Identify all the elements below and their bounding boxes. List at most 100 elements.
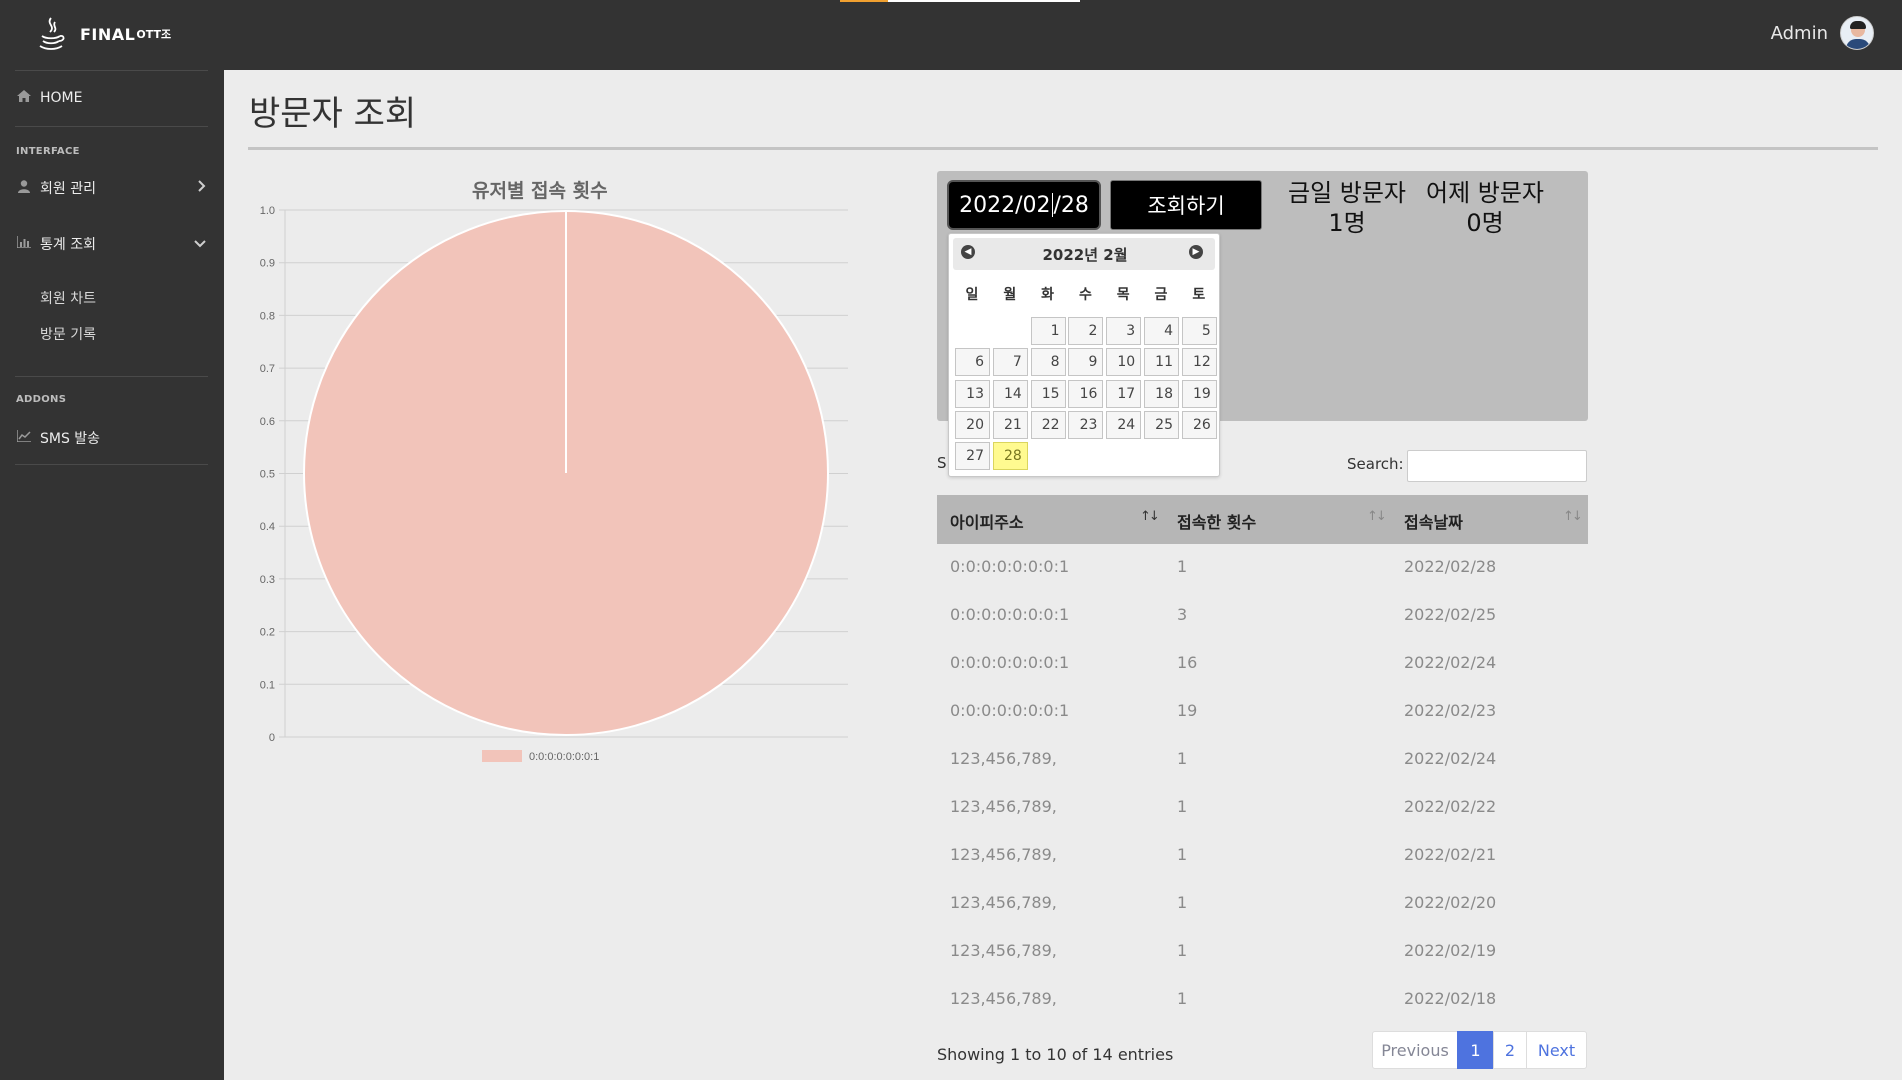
legend-label: 0:0:0:0:0:0:0:1 <box>529 751 599 763</box>
calendar-day[interactable]: 22 <box>1030 410 1066 439</box>
calendar-day[interactable]: 21 <box>992 410 1028 439</box>
date-input-value: 2022/02 <box>959 192 1051 218</box>
count-cell: 1 <box>1177 845 1188 864</box>
calendar-day[interactable]: 11 <box>1144 348 1179 377</box>
date-cell: 2022/02/18 <box>1404 989 1497 1008</box>
calendar-day[interactable]: 16 <box>1068 379 1104 408</box>
yesterday-visitors-value: 0명 <box>1466 209 1504 237</box>
tick-label: 0.8 <box>260 310 275 322</box>
tick-label: 0.4 <box>260 521 275 533</box>
date-cell: 2022/02/23 <box>1404 701 1497 720</box>
search-label: Search: <box>1347 455 1404 473</box>
brand[interactable]: FINAL OTT조 <box>34 16 171 52</box>
yesterday-visitors-label: 어제 방문자 <box>1425 179 1545 207</box>
calendar-day[interactable]: 17 <box>1106 379 1142 408</box>
weekday-label: 금 <box>1154 287 1168 303</box>
ip-cell: 0:0:0:0:0:0:0:1 <box>950 605 1070 624</box>
tick-label: 0.1 <box>260 679 275 691</box>
column-header-date[interactable]: 접속날짜 <box>1404 509 1463 533</box>
sidebar-item-member-mgmt[interactable]: 회원 관리 <box>16 178 206 198</box>
weekday-label: 월 <box>1003 287 1017 303</box>
sidebar-subitem-visit-log[interactable]: 방문 기록 <box>40 324 96 344</box>
count-cell: 1 <box>1177 749 1188 768</box>
calendar-day[interactable]: 20 <box>955 410 990 439</box>
tick-label: 0.7 <box>260 363 275 375</box>
sidebar-subitem-member-chart[interactable]: 회원 차트 <box>40 288 96 308</box>
legend-swatch <box>482 750 522 762</box>
sidebar-divider <box>15 464 208 465</box>
calendar-day[interactable]: 7 <box>992 348 1028 377</box>
pagination-next[interactable]: Next <box>1526 1031 1587 1069</box>
table-header: 아이피주소 ↑↓ 접속한 횟수 ↑↓ 접속날짜 ↑↓ <box>937 495 1588 544</box>
calendar-day[interactable]: 1 <box>1030 317 1066 345</box>
sidebar-heading-interface: INTERFACE <box>16 146 80 157</box>
count-cell: 19 <box>1177 701 1198 720</box>
brand-name: FINAL <box>80 24 136 44</box>
pagination-page-1[interactable]: 1 <box>1457 1031 1494 1069</box>
calendar-day[interactable]: 8 <box>1030 348 1066 377</box>
calendar-day[interactable]: 15 <box>1030 379 1066 408</box>
today-visitors: 금일 방문자 1명 <box>1280 178 1414 238</box>
calendar-day[interactable]: 3 <box>1106 317 1142 345</box>
calendar-day[interactable]: 5 <box>1181 317 1217 345</box>
sort-icon[interactable]: ↑↓ <box>1563 509 1583 524</box>
date-cell: 2022/02/20 <box>1404 893 1497 912</box>
count-cell: 1 <box>1177 893 1188 912</box>
search-input[interactable] <box>1407 450 1587 482</box>
sort-asc-icon[interactable]: ↑↓ <box>1140 509 1160 524</box>
ip-cell: 0:0:0:0:0:0:0:1 <box>950 653 1070 672</box>
sidebar-item-home[interactable]: HOME <box>16 90 82 106</box>
date-cell: 2022/02/24 <box>1404 653 1497 672</box>
count-cell: 3 <box>1177 605 1188 624</box>
user-menu[interactable]: Admin <box>1771 16 1874 50</box>
next-month-icon[interactable]: ▶ <box>1189 245 1203 259</box>
calendar-day[interactable]: 6 <box>955 348 990 377</box>
calendar-day[interactable]: 12 <box>1181 348 1217 377</box>
calendar-day[interactable]: 28 <box>992 442 1028 471</box>
calendar-day[interactable]: 9 <box>1068 348 1104 377</box>
sidebar-divider <box>15 376 208 377</box>
title-divider <box>248 147 1878 150</box>
column-header-count[interactable]: 접속한 횟수 <box>1177 509 1256 533</box>
ip-cell: 123,456,789, <box>950 941 1057 960</box>
pagination-previous[interactable]: Previous <box>1372 1031 1458 1069</box>
chart-icon <box>16 236 32 252</box>
date-input[interactable]: 2022/02/28 <box>947 180 1101 230</box>
java-logo-icon <box>39 17 65 50</box>
weekday-label: 토 <box>1192 287 1206 303</box>
calendar-day[interactable]: 4 <box>1144 317 1179 345</box>
calendar-day[interactable]: 24 <box>1106 410 1142 439</box>
query-button[interactable]: 조회하기 <box>1110 180 1262 230</box>
calendar-day[interactable]: 14 <box>992 379 1028 408</box>
sidebar-item-label: SMS 발송 <box>40 431 101 447</box>
user-name: Admin <box>1770 22 1828 44</box>
chevron-down-icon <box>194 237 206 252</box>
sidebar: HOME INTERFACE 회원 관리 통계 조회 회원 차트 방문 기록 A… <box>0 70 224 1080</box>
sort-icon[interactable]: ↑↓ <box>1367 509 1387 524</box>
user-icon <box>16 179 32 197</box>
sidebar-item-stats[interactable]: 통계 조회 <box>16 234 206 254</box>
pagination-page-2[interactable]: 2 <box>1493 1031 1527 1069</box>
progress-bar-fill <box>840 0 888 2</box>
calendar-day[interactable]: 10 <box>1106 348 1142 377</box>
calendar-day[interactable]: 26 <box>1181 410 1217 439</box>
calendar-day[interactable]: 2 <box>1068 317 1104 345</box>
count-cell: 1 <box>1177 557 1188 576</box>
sidebar-divider <box>15 70 208 71</box>
datepicker: ◀ 2022년 2월 ▶ 일 월 화 수 목 금 토 1 2 3 4 5 6 7 8 9 10 11 12 13 14 1… <box>948 233 1220 477</box>
ip-cell: 123,456,789, <box>950 989 1057 1008</box>
tick-label: 0.3 <box>260 574 275 586</box>
column-header-ip[interactable]: 아이피주소 <box>950 509 1024 533</box>
calendar-day[interactable]: 19 <box>1181 379 1217 408</box>
home-icon <box>16 90 32 106</box>
count-cell: 1 <box>1177 989 1188 1008</box>
tick-label: 1.0 <box>260 205 275 217</box>
calendar-day[interactable]: 25 <box>1144 410 1179 439</box>
calendar-day[interactable]: 13 <box>955 379 990 408</box>
calendar-day[interactable]: 27 <box>955 442 990 471</box>
calendar-day[interactable]: 18 <box>1144 379 1179 408</box>
sidebar-item-sms[interactable]: SMS 발송 <box>16 428 100 448</box>
chevron-right-icon <box>198 180 206 196</box>
tick-label: 0.9 <box>260 258 275 270</box>
calendar-day[interactable]: 23 <box>1068 410 1104 439</box>
